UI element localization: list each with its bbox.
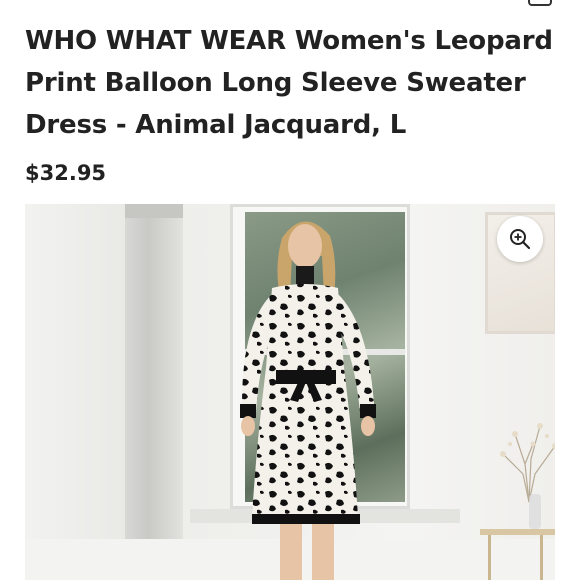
background-door-top: [125, 204, 185, 218]
product-price: $32.95: [25, 161, 107, 185]
background-wall: [25, 204, 125, 580]
vase: [529, 494, 541, 529]
dried-flowers: [500, 423, 555, 503]
product-image[interactable]: [25, 204, 555, 580]
model-figure: [240, 221, 376, 580]
background-door: [125, 204, 183, 580]
product-title: WHO WHAT WEAR Women's Leopard Print Ball…: [25, 26, 553, 140]
product-page: WHO WHAT WEAR Women's Leopard Print Ball…: [0, 0, 580, 580]
bag-icon[interactable]: [528, 0, 552, 6]
zoom-in-icon: [510, 229, 531, 250]
side-table: [480, 529, 555, 580]
zoom-button[interactable]: [497, 216, 543, 262]
